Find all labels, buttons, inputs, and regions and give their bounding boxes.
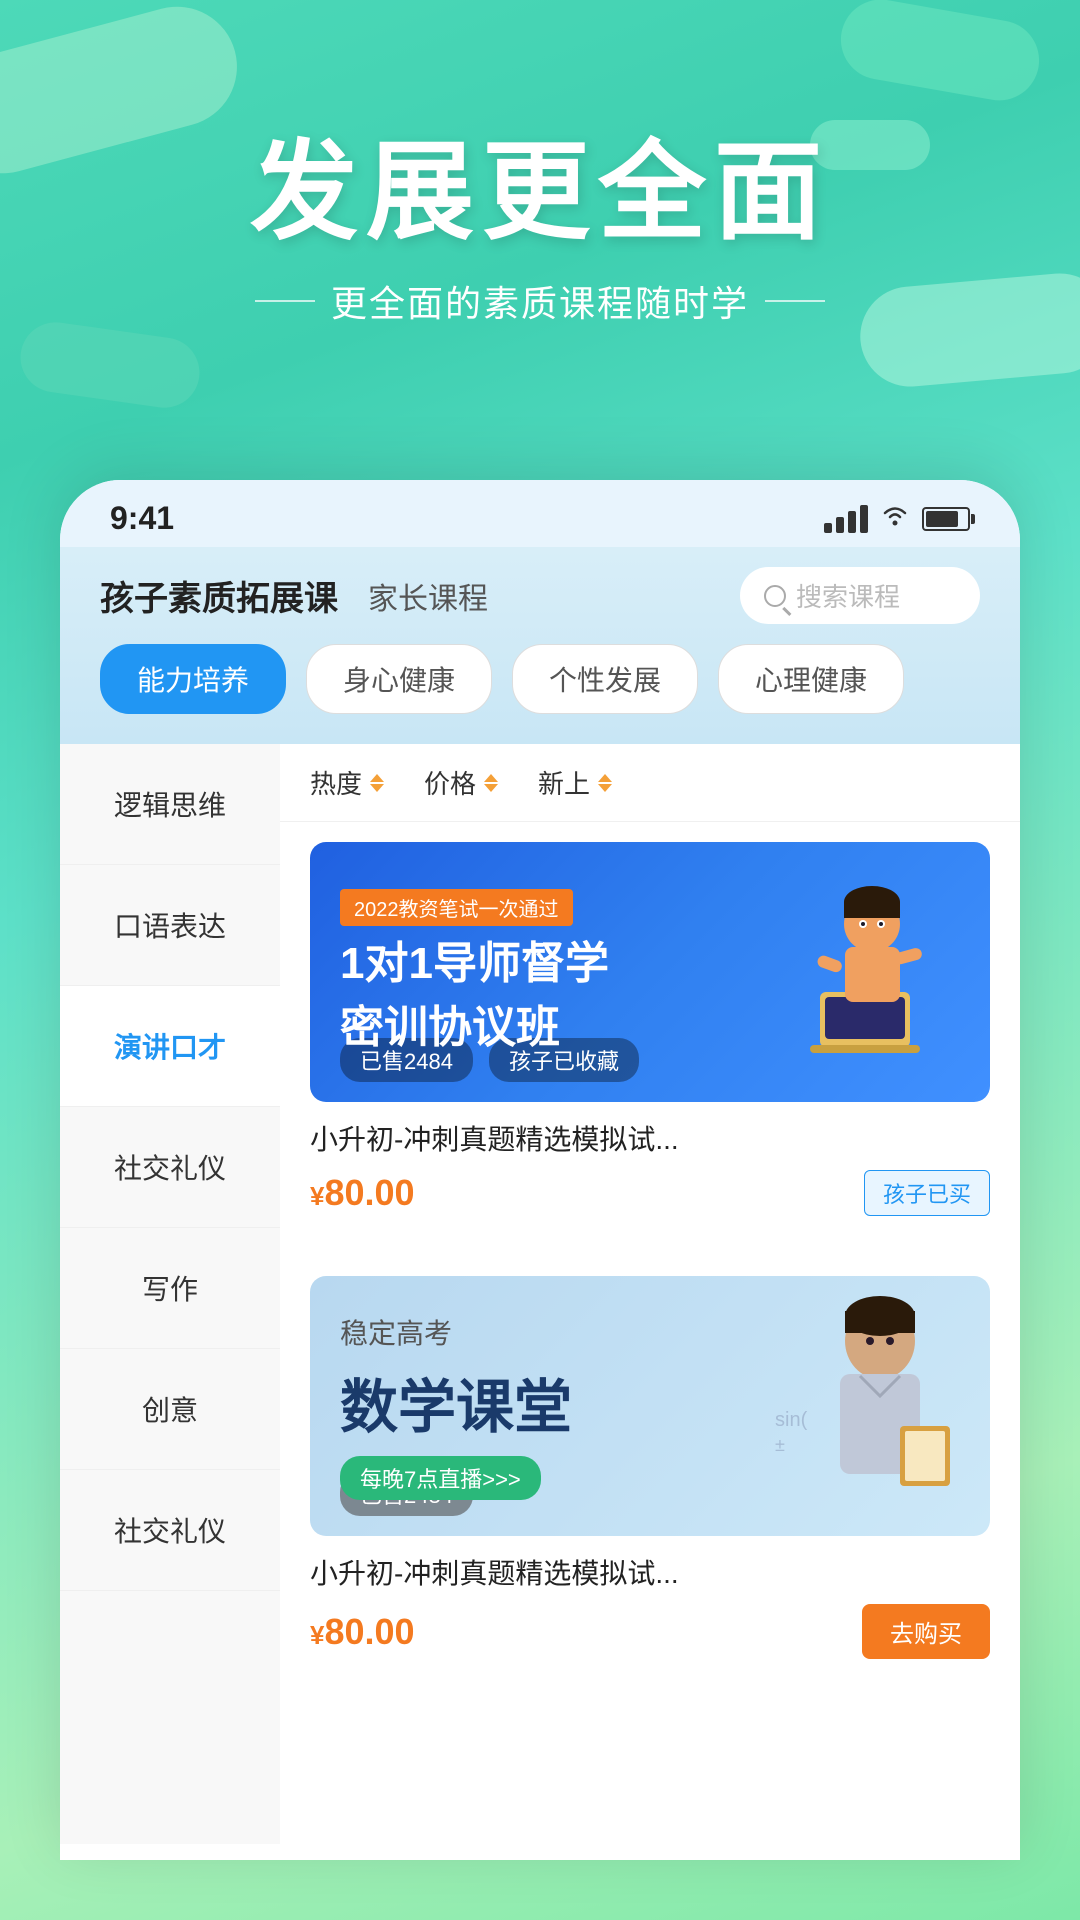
- sidebar-item-social2[interactable]: 社交礼仪: [60, 1470, 280, 1591]
- deco-blob-3: [856, 269, 1080, 390]
- banner-blue-content: 2022教资笔试一次通过 1对1导师督学 密训协议班: [340, 889, 609, 1055]
- sidebar-item-logic[interactable]: 逻辑思维: [60, 744, 280, 865]
- svg-text:±: ±: [775, 1435, 785, 1455]
- sort-popularity-arrows: [370, 774, 384, 792]
- price-row-2: ¥80.00 去购买: [310, 1604, 990, 1659]
- banner-math-title: 数学课堂: [340, 1360, 572, 1444]
- badge-buy-1[interactable]: 去购买: [862, 1604, 990, 1659]
- course-area: 热度 价格 新上: [280, 744, 1020, 1844]
- arrow-down-icon: [370, 784, 384, 792]
- svg-text:sin(: sin(: [775, 1409, 808, 1431]
- deco-blob-4: [16, 318, 204, 412]
- search-placeholder: 搜索课程: [796, 577, 900, 614]
- deco-blob-2: [835, 0, 1046, 107]
- sidebar-item-presentation[interactable]: 演讲口才: [60, 986, 280, 1107]
- battery-fill: [926, 511, 958, 527]
- category-tabs: 能力培养 身心健康 个性发展 心理健康: [100, 644, 980, 724]
- status-time: 9:41: [110, 500, 174, 537]
- badge-bought-1[interactable]: 孩子已买: [864, 1170, 990, 1216]
- wifi-icon: [880, 503, 910, 534]
- hero-subtitle-wrap: 更全面的素质课程随时学: [239, 275, 841, 327]
- course-name-2: 小升初-冲刺真题精选模拟试...: [310, 1552, 990, 1592]
- sidebar-item-writing[interactable]: 写作: [60, 1228, 280, 1349]
- nav-title-main[interactable]: 孩子素质拓展课: [100, 571, 338, 620]
- sort-bar: 热度 价格 新上: [280, 744, 1020, 822]
- hero-section: 发展更全面 更全面的素质课程随时学: [0, 0, 1080, 480]
- signal-icon: [824, 505, 868, 533]
- sidebar-item-social1[interactable]: 社交礼仪: [60, 1107, 280, 1228]
- course-banner-2[interactable]: 稳定高考 数学课堂 每晚7点直播>>>: [310, 1276, 990, 1536]
- banner-tag: 2022教资笔试一次通过: [340, 889, 573, 926]
- search-icon: [764, 585, 786, 607]
- sort-price[interactable]: 价格: [424, 764, 538, 801]
- banner-math-content: 稳定高考 数学课堂 每晚7点直播>>>: [340, 1312, 572, 1500]
- teacher-illustration: [770, 842, 970, 1102]
- banner-math-subtitle: 稳定高考: [340, 1312, 572, 1352]
- search-box[interactable]: 搜索课程: [740, 567, 980, 624]
- arrow-down-icon: [598, 784, 612, 792]
- tab-personal[interactable]: 个性发展: [512, 644, 698, 714]
- banner-title-line2: 密训协议班: [340, 991, 609, 1055]
- tab-mental[interactable]: 心理健康: [718, 644, 904, 714]
- main-content: 逻辑思维 口语表达 演讲口才 社交礼仪 写作 创意 社交礼仪 热度 价格: [60, 744, 1020, 1844]
- arrow-up-icon: [598, 774, 612, 782]
- course-banner-1[interactable]: 2022教资笔试一次通过 1对1导师督学 密训协议班: [310, 842, 990, 1102]
- sort-price-arrows: [484, 774, 498, 792]
- status-bar: 9:41: [60, 480, 1020, 547]
- math-teacher-illustration: sin( ±: [760, 1276, 980, 1536]
- course-list: 2022教资笔试一次通过 1对1导师督学 密训协议班: [280, 822, 1020, 1844]
- course-card-2: 稳定高考 数学课堂 每晚7点直播>>>: [310, 1256, 990, 1659]
- banner-math-bg: 稳定高考 数学课堂 每晚7点直播>>>: [310, 1276, 990, 1536]
- nav-row: 孩子素质拓展课 家长课程 搜索课程: [100, 567, 980, 624]
- sidebar: 逻辑思维 口语表达 演讲口才 社交礼仪 写作 创意 社交礼仪: [60, 744, 280, 1844]
- sort-newest[interactable]: 新上: [538, 764, 652, 801]
- hero-title: 发展更全面: [250, 133, 830, 252]
- nav-title-sub[interactable]: 家长课程: [368, 574, 488, 618]
- price-row-1: ¥80.00 孩子已买: [310, 1170, 990, 1216]
- course-name-1: 小升初-冲刺真题精选模拟试...: [310, 1118, 990, 1158]
- phone-mockup: 9:41 孩子素质拓展课 家: [60, 480, 1020, 1860]
- arrow-up-icon: [484, 774, 498, 782]
- sort-newest-arrows: [598, 774, 612, 792]
- arrow-up-icon: [370, 774, 384, 782]
- tab-ability[interactable]: 能力培养: [100, 644, 286, 714]
- tab-health[interactable]: 身心健康: [306, 644, 492, 714]
- banner-math-live: 每晚7点直播>>>: [340, 1456, 541, 1500]
- app-header: 孩子素质拓展课 家长课程 搜索课程 能力培养 身心健康 个性发展 心理健康: [60, 547, 1020, 744]
- price-2: ¥80.00: [310, 1611, 415, 1653]
- sort-popularity[interactable]: 热度: [310, 764, 424, 801]
- sidebar-item-creative[interactable]: 创意: [60, 1349, 280, 1470]
- status-icons: [824, 503, 970, 534]
- course-card-1: 2022教资笔试一次通过 1对1导师督学 密训协议班: [310, 822, 990, 1216]
- arrow-down-icon: [484, 784, 498, 792]
- deco-blob-1: [0, 0, 250, 187]
- battery-icon: [922, 507, 970, 531]
- sidebar-item-speech[interactable]: 口语表达: [60, 865, 280, 986]
- banner-title-line1: 1对1导师督学: [340, 938, 609, 991]
- hero-subtitle: 更全面的素质课程随时学: [331, 275, 749, 327]
- banner-blue-bg: 2022教资笔试一次通过 1对1导师督学 密训协议班: [310, 842, 990, 1102]
- price-1: ¥80.00: [310, 1172, 415, 1214]
